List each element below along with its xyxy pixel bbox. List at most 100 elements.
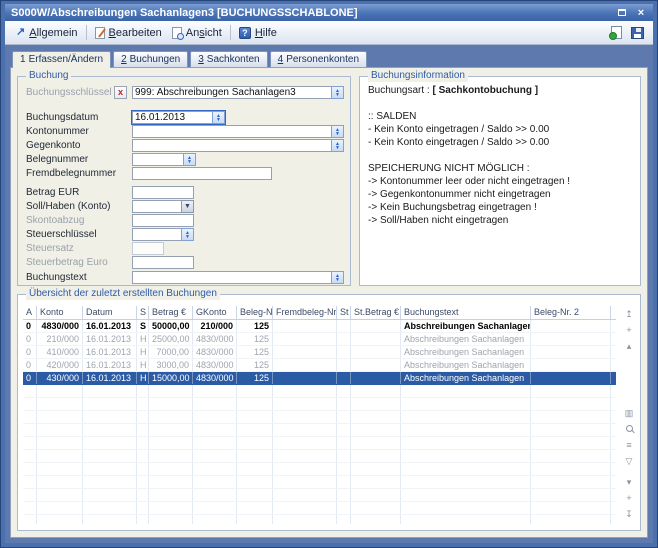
steuersatz-input[interactable] bbox=[132, 242, 164, 255]
column-header[interactable]: Konto bbox=[37, 306, 83, 319]
tabstrip: 1Erfassen/Ändern 2Buchungen 3Sachkonten … bbox=[10, 51, 648, 67]
column-header[interactable]: A bbox=[23, 306, 37, 319]
table-cell bbox=[37, 385, 83, 397]
scroll-up-icon[interactable]: ▴ bbox=[622, 341, 636, 352]
new-document-icon[interactable] bbox=[611, 26, 622, 39]
table-row-empty bbox=[23, 515, 616, 524]
row-skontoabzug: Skontoabzug bbox=[26, 214, 344, 227]
restore-button[interactable] bbox=[614, 6, 630, 19]
menu-label: Allgemein bbox=[29, 27, 77, 39]
spinner-icon[interactable]: ▲▼ bbox=[183, 153, 196, 166]
column-header[interactable]: St.Betrag € bbox=[351, 306, 401, 319]
table-cell-filler bbox=[611, 411, 616, 423]
search-icon[interactable] bbox=[622, 424, 636, 435]
columns-icon[interactable]: ▥ bbox=[622, 408, 636, 419]
arrow-north-east-icon: ↗ bbox=[16, 27, 25, 38]
column-header[interactable]: Buchungstext bbox=[401, 306, 531, 319]
group-buchung: Buchung Buchungsschlüssel x ▲▼ Buchungsd… bbox=[17, 76, 351, 286]
table-cell bbox=[351, 424, 401, 436]
fremdbelegnummer-input[interactable] bbox=[132, 167, 272, 180]
table-cell bbox=[351, 333, 401, 345]
table-cell bbox=[83, 398, 137, 410]
table-cell bbox=[137, 515, 149, 524]
filter-icon[interactable]: ▽ bbox=[622, 456, 636, 467]
column-header[interactable]: Fremdbeleg-Nr. bbox=[273, 306, 337, 319]
table-cell bbox=[273, 333, 337, 345]
clear-icon[interactable]: x bbox=[114, 86, 127, 99]
table-cell: 125 bbox=[237, 346, 273, 358]
tab-buchungen[interactable]: 2Buchungen bbox=[113, 51, 188, 67]
buchungsschluessel-input[interactable] bbox=[132, 86, 331, 99]
dropdown-arrow-icon[interactable]: ▼ bbox=[181, 200, 194, 213]
table-cell bbox=[351, 320, 401, 332]
titlebar[interactable]: S000W/Abschreibungen Sachanlagen3 [BUCHU… bbox=[5, 4, 653, 21]
app-window: S000W/Abschreibungen Sachanlagen3 [BUCHU… bbox=[0, 0, 658, 548]
table-row-empty bbox=[23, 476, 616, 489]
menu-ansicht[interactable]: Ansicht bbox=[167, 25, 227, 41]
column-header[interactable]: St bbox=[337, 306, 351, 319]
table-row[interactable]: 04830/00016.01.2013S50000,00210/000125Ab… bbox=[23, 320, 616, 333]
column-header[interactable]: GKonto bbox=[193, 306, 237, 319]
column-header[interactable]: Betrag € bbox=[149, 306, 193, 319]
steuerschluessel-combo: ▲▼ bbox=[132, 228, 194, 241]
betrag-input[interactable] bbox=[132, 186, 194, 199]
table-cell: 430/000 bbox=[37, 372, 83, 384]
column-header[interactable]: Beleg-Nr. bbox=[237, 306, 273, 319]
table-cell bbox=[237, 502, 273, 514]
table-row[interactable]: 0410/00016.01.2013H7000,004830/000125Abs… bbox=[23, 346, 616, 359]
table-cell: 210/000 bbox=[37, 333, 83, 345]
steuerschluessel-input[interactable] bbox=[132, 228, 181, 241]
table-cell bbox=[83, 489, 137, 501]
row-buchungsschluessel: Buchungsschlüssel x ▲▼ bbox=[26, 86, 344, 99]
table-cell bbox=[401, 411, 531, 423]
tab-sachkonten[interactable]: 3Sachkonten bbox=[190, 51, 267, 67]
table-row[interactable]: 0210/00016.01.2013H25000,004830/000125Ab… bbox=[23, 333, 616, 346]
gegenkonto-input[interactable] bbox=[132, 139, 331, 152]
spinner-icon[interactable]: ▲▼ bbox=[181, 228, 194, 241]
tab-personenkonten[interactable]: 4Personenkonten bbox=[270, 51, 367, 67]
column-header[interactable]: Beleg-Nr. 2 bbox=[531, 306, 611, 319]
buchungsdatum-input[interactable] bbox=[132, 111, 212, 124]
spinner-icon[interactable]: ▲▼ bbox=[331, 139, 344, 152]
restore-icon bbox=[618, 9, 626, 16]
scroll-to-bottom-icon[interactable]: ↧ bbox=[622, 509, 636, 520]
sollhaben-input[interactable] bbox=[132, 200, 181, 213]
kontonummer-input[interactable] bbox=[132, 125, 331, 138]
row-up-icon[interactable]: + bbox=[622, 325, 636, 336]
scroll-down-icon[interactable]: ▾ bbox=[622, 477, 636, 488]
spinner-icon[interactable]: ▲▼ bbox=[331, 271, 344, 284]
buchungen-table: AKontoDatumSBetrag €GKontoBeleg-Nr.Fremd… bbox=[23, 306, 616, 524]
close-button[interactable]: × bbox=[633, 6, 649, 19]
table-row[interactable]: 0420/00016.01.2013H3000,004830/000125Abs… bbox=[23, 359, 616, 372]
menu-allgemein[interactable]: ↗ Allgemein bbox=[11, 25, 83, 41]
buchungstext-input[interactable] bbox=[132, 271, 331, 284]
table-cell bbox=[401, 450, 531, 462]
spinner-icon[interactable]: ▲▼ bbox=[212, 111, 225, 124]
belegnummer-input[interactable] bbox=[132, 153, 183, 166]
table-cell bbox=[337, 411, 351, 423]
table-row[interactable]: 0430/00016.01.2013H15000,004830/000125Ab… bbox=[23, 372, 616, 385]
table-cell bbox=[193, 385, 237, 397]
table-cell-filler bbox=[611, 398, 616, 410]
column-header[interactable]: S bbox=[137, 306, 149, 319]
icon-group-top: ↥ + ▴ bbox=[622, 309, 636, 352]
tab-erfassen-aendern[interactable]: 1Erfassen/Ändern bbox=[12, 51, 111, 68]
menu-hilfe[interactable]: ? Hilfe bbox=[234, 25, 282, 41]
scroll-to-top-icon[interactable]: ↥ bbox=[622, 309, 636, 320]
table-cell bbox=[137, 463, 149, 475]
list-icon[interactable]: ≡ bbox=[622, 440, 636, 451]
skontoabzug-input[interactable] bbox=[132, 214, 194, 227]
table-cell: Abschreibungen Sachanlagen bbox=[401, 320, 531, 332]
table-cell bbox=[23, 398, 37, 410]
table-cell bbox=[273, 502, 337, 514]
table-cell bbox=[23, 502, 37, 514]
menu-bearbeiten[interactable]: Bearbeiten bbox=[90, 25, 167, 41]
row-down-icon[interactable]: + bbox=[622, 493, 636, 504]
save-icon[interactable] bbox=[631, 27, 644, 39]
spinner-icon[interactable]: ▲▼ bbox=[331, 125, 344, 138]
column-header[interactable]: Datum bbox=[83, 306, 137, 319]
spinner-icon[interactable]: ▲▼ bbox=[331, 86, 344, 99]
steuerbetrag-input[interactable] bbox=[132, 256, 194, 269]
info-line: -> Kein Buchungsbetrag eingetragen ! bbox=[368, 202, 634, 215]
table-cell bbox=[149, 411, 193, 423]
